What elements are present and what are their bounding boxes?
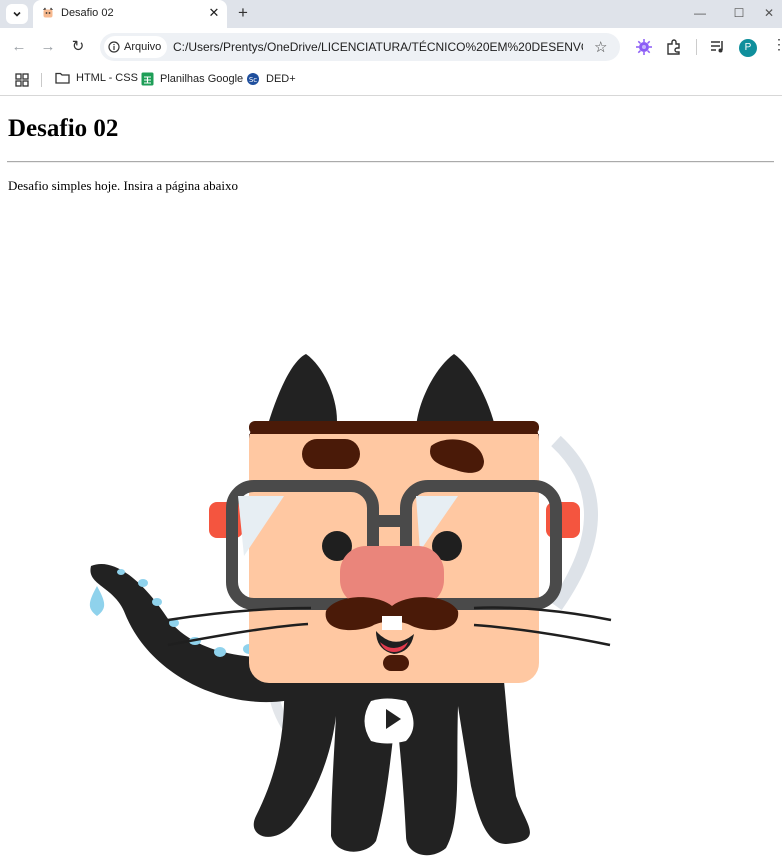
profile-avatar[interactable]: P: [739, 39, 757, 57]
bookmark-star-icon[interactable]: ☆: [594, 38, 607, 56]
horizontal-rule: [7, 161, 774, 163]
site-info-chip[interactable]: Arquivo: [104, 36, 168, 58]
folder-icon: [55, 72, 70, 84]
cat-favicon-icon: [43, 7, 53, 18]
page-content: Desafio 02 Desafio simples hoje. Insira …: [0, 96, 782, 858]
intro-paragraph: Desafio simples hoje. Insira a página ab…: [8, 178, 238, 193]
back-button[interactable]: ←: [9, 37, 29, 57]
bookmark-ded[interactable]: Sc DED+: [246, 72, 296, 86]
minimize-button[interactable]: —: [690, 4, 710, 22]
address-bar[interactable]: Arquivo C:/Users/Prentys/OneDrive/LICENC…: [100, 33, 620, 61]
bookmark-html-css[interactable]: HTML - CSS: [55, 72, 138, 84]
tab-search-button[interactable]: [6, 4, 28, 24]
security-chip-label: Arquivo: [124, 41, 162, 53]
info-icon: [108, 41, 120, 53]
bookmarks-separator: [41, 73, 42, 87]
bookmark-label: DED+: [266, 73, 296, 85]
google-sheets-icon: [141, 72, 154, 86]
url-text[interactable]: C:/Users/Prentys/OneDrive/LICENCIATURA/T…: [173, 40, 583, 54]
svg-text:Sc: Sc: [249, 76, 257, 84]
browser-tab[interactable]: Desafio 02 ✕: [33, 0, 227, 28]
bookmarks-bar: HTML - CSS Planilhas Google Sc DED+: [0, 66, 782, 96]
close-window-button[interactable]: ✕: [759, 4, 779, 22]
new-tab-button[interactable]: +: [234, 4, 252, 22]
reload-button[interactable]: ↻: [68, 37, 88, 57]
extension-gem-icon[interactable]: [635, 38, 653, 56]
maximize-button[interactable]: ☐: [729, 4, 749, 22]
bookmark-label: HTML - CSS: [76, 72, 138, 84]
toolbar-separator: [696, 39, 697, 55]
media-controls-icon[interactable]: [709, 38, 727, 56]
tab-strip: Desafio 02 ✕ + — ☐ ✕: [0, 0, 782, 28]
browser-toolbar: ← → ↻ Arquivo C:/Users/Prentys/OneDrive/…: [0, 28, 782, 66]
extensions-puzzle-icon[interactable]: [665, 38, 683, 56]
tab-title: Desafio 02: [61, 7, 114, 19]
ded-logo-icon: Sc: [247, 73, 259, 85]
chevron-down-icon: [13, 11, 21, 17]
apps-grid-icon[interactable]: [15, 73, 29, 87]
cat-octopus-mascot-image: [89, 354, 612, 856]
bookmark-planilhas-google[interactable]: Planilhas Google: [141, 72, 243, 86]
bookmark-label: Planilhas Google: [160, 73, 244, 85]
menu-kebab-icon[interactable]: ⋮: [772, 36, 782, 53]
page-title: Desafio 02: [8, 115, 119, 142]
tab-close-icon[interactable]: ✕: [207, 6, 221, 20]
forward-button[interactable]: →: [38, 37, 58, 57]
